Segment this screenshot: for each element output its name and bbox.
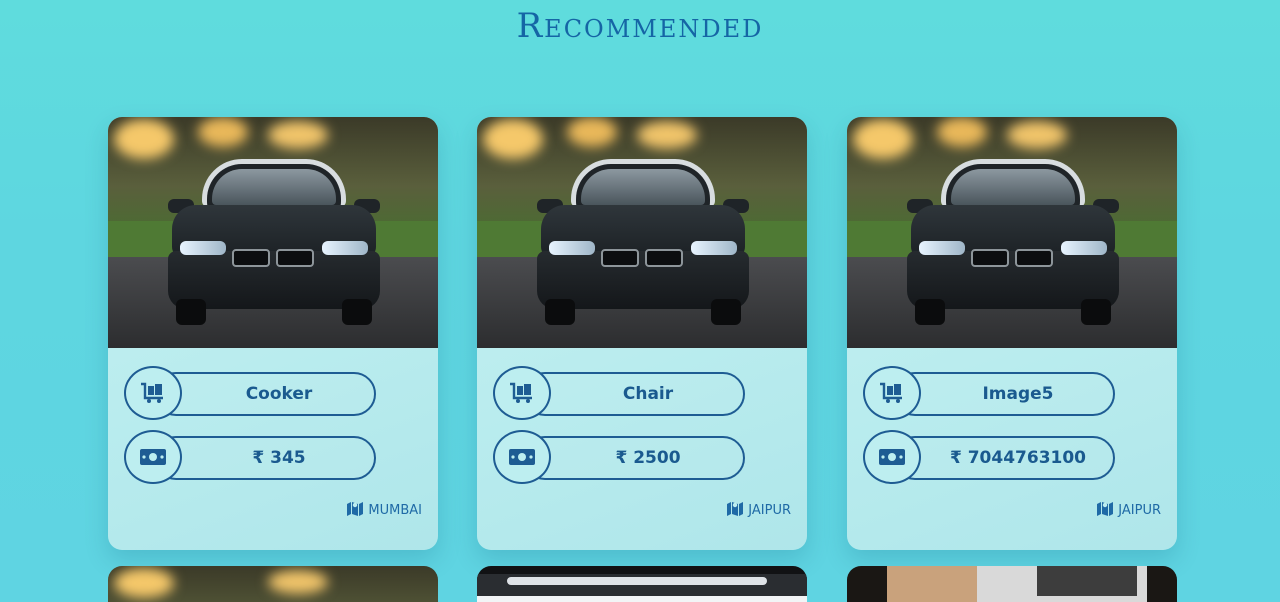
map-marked-icon — [346, 500, 364, 520]
location-label: MUMBAI — [368, 502, 422, 518]
page-heading: Recommended — [516, 6, 764, 46]
luggage-cart-icon — [493, 366, 551, 420]
money-bill-icon — [863, 430, 921, 484]
money-bill-icon — [124, 430, 182, 484]
location-label: JAIPUR — [748, 502, 791, 518]
luggage-cart-icon — [863, 366, 921, 420]
product-name-pill: Chair — [493, 366, 745, 420]
map-marked-icon — [1096, 500, 1114, 520]
product-name-pill: Cooker — [124, 366, 376, 420]
product-card[interactable]: Image5 ₹ 7044763100 JAIPUR — [847, 117, 1177, 550]
product-photo — [108, 117, 438, 348]
product-location: MUMBAI — [346, 500, 422, 520]
location-label: JAIPUR — [1118, 502, 1161, 518]
luggage-cart-icon — [124, 366, 182, 420]
product-price-pill: ₹ 2500 — [493, 430, 745, 484]
product-card-preview[interactable] — [108, 566, 438, 602]
product-location: JAIPUR — [1096, 500, 1161, 520]
product-price-pill: ₹ 345 — [124, 430, 376, 484]
product-card[interactable]: Chair ₹ 2500 JAIPUR — [477, 117, 807, 550]
product-card-preview[interactable] — [847, 566, 1177, 602]
product-card[interactable]: Cooker ₹ 345 MUMBAI — [108, 117, 438, 550]
product-name: Cooker — [154, 372, 376, 416]
product-price: ₹ 345 — [154, 436, 376, 480]
product-name: Image5 — [893, 372, 1115, 416]
money-bill-icon — [493, 430, 551, 484]
product-name-pill: Image5 — [863, 366, 1115, 420]
product-location: JAIPUR — [726, 500, 791, 520]
product-name: Chair — [523, 372, 745, 416]
product-card-preview[interactable] — [477, 566, 807, 602]
map-marked-icon — [726, 500, 744, 520]
product-photo — [847, 117, 1177, 348]
product-price: ₹ 7044763100 — [893, 436, 1115, 480]
product-price: ₹ 2500 — [523, 436, 745, 480]
product-price-pill: ₹ 7044763100 — [863, 430, 1115, 484]
product-photo — [477, 117, 807, 348]
